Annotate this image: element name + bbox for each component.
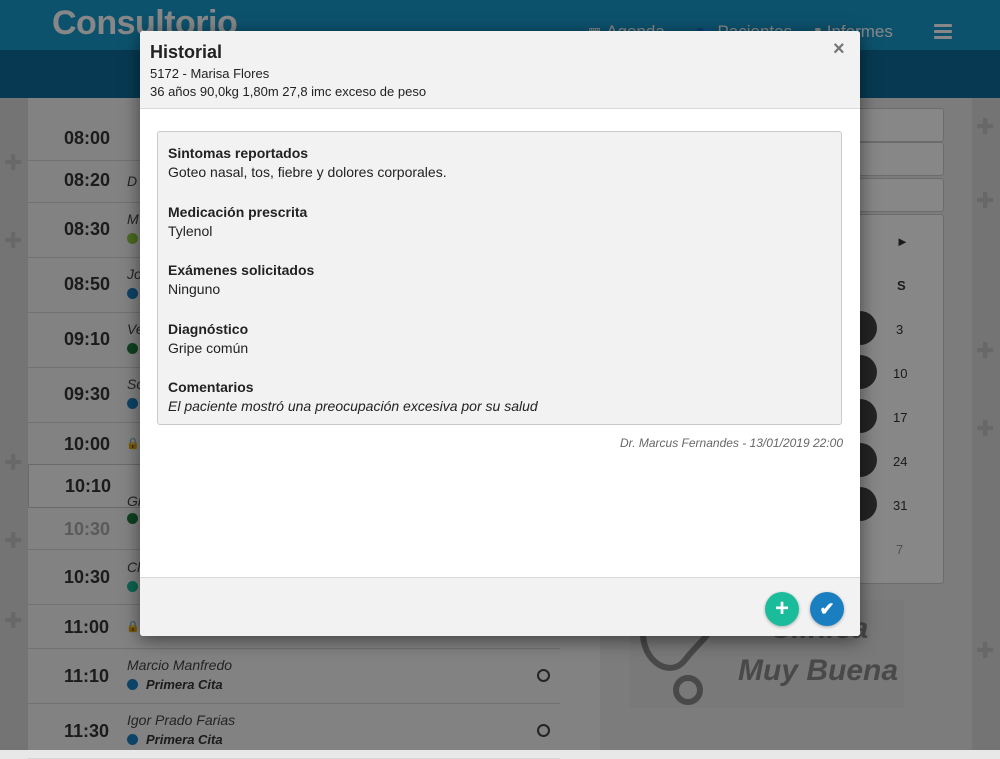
exams-value: Ninguno	[168, 281, 221, 297]
medication-label: Medicación prescrita	[168, 204, 308, 220]
symptoms-value: Goteo nasal, tos, fiebre y dolores corpo…	[168, 164, 447, 180]
modal-header: Historial 5172 - Marisa Flores 36 años 9…	[140, 31, 860, 109]
confirm-button[interactable]: ✔	[810, 592, 844, 626]
doctor-signature: Dr. Marcus Fernandes - 13/01/2019 22:00	[619, 436, 843, 450]
comments-value: El paciente mostró una preocupación exce…	[168, 398, 538, 414]
medication-value: Tylenol	[168, 223, 213, 239]
close-icon[interactable]: ×	[833, 39, 845, 59]
history-entry-card: Sintomas reportados Goteo nasal, tos, fi…	[157, 131, 842, 425]
plus-icon: +	[774, 595, 789, 622]
check-icon: ✔	[819, 599, 835, 619]
add-entry-button[interactable]: +	[765, 592, 799, 626]
modal-title: Historial	[150, 42, 223, 62]
symptoms-label: Sintomas reportados	[168, 145, 309, 161]
historial-modal: Historial 5172 - Marisa Flores 36 años 9…	[140, 31, 860, 636]
exams-label: Exámenes solicitados	[168, 262, 315, 278]
modal-footer: + ✔	[140, 577, 860, 636]
diagnosis-label: Diagnóstico	[168, 321, 249, 337]
patient-stats: 36 años 90,0kg 1,80m 27,8 imc exceso de …	[150, 84, 427, 99]
diagnosis-value: Gripe común	[168, 340, 249, 356]
comments-label: Comentarios	[168, 379, 254, 395]
patient-id-name: 5172 - Marisa Flores	[150, 66, 270, 81]
